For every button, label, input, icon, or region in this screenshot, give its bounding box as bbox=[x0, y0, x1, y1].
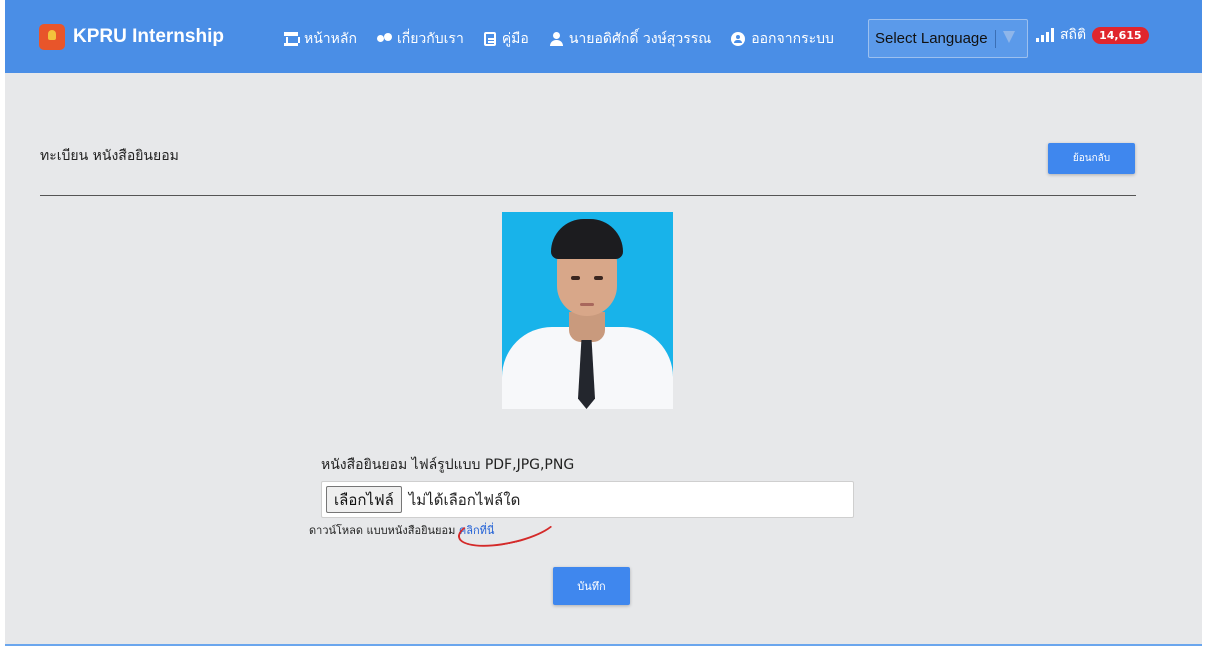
main-nav: หน้าหลัก เกี่ยวกับเรา คู่มือ นายอดิศักดิ… bbox=[284, 28, 834, 50]
save-button[interactable]: บันทึก bbox=[553, 567, 630, 605]
brand[interactable]: KPRU Internship bbox=[39, 24, 224, 50]
stats-count-badge: 14,615 bbox=[1092, 26, 1149, 44]
page-frame: KPRU Internship หน้าหลัก เกี่ยวกับเรา คู… bbox=[5, 0, 1202, 646]
kpru-logo-icon bbox=[39, 24, 65, 50]
nav-item-label: หน้าหลัก bbox=[304, 31, 357, 47]
stats-label: สถิติ bbox=[1060, 27, 1087, 43]
nav-item-profile[interactable]: นายอดิศักดิ์ วงษ์สุวรรณ bbox=[549, 28, 711, 50]
nav-item-about[interactable]: เกี่ยวกับเรา bbox=[376, 28, 464, 50]
user-icon bbox=[549, 32, 563, 46]
student-photo bbox=[502, 212, 673, 409]
download-text: ดาวน์โหลด แบบหนังสือยินยอม bbox=[309, 524, 456, 537]
chevron-down-icon bbox=[1003, 31, 1015, 43]
logout-icon bbox=[731, 32, 746, 46]
navbar: KPRU Internship หน้าหลัก เกี่ยวกับเรา คู… bbox=[5, 0, 1202, 73]
nav-item-logout[interactable]: ออกจากระบบ bbox=[731, 28, 834, 50]
language-select[interactable]: Select Language bbox=[868, 19, 1028, 58]
nav-item-stats[interactable]: สถิติ 14,615 bbox=[1036, 24, 1149, 46]
language-select-value: Select Language bbox=[875, 30, 988, 47]
divider bbox=[40, 195, 1136, 196]
nav-item-label: ออกจากระบบ bbox=[751, 31, 834, 47]
brand-name: KPRU Internship bbox=[73, 26, 224, 47]
nav-item-home[interactable]: หน้าหลัก bbox=[284, 28, 357, 50]
file-status: ไม่ได้เลือกไฟล์ใด bbox=[408, 490, 521, 509]
file-input[interactable]: เลือกไฟล์ ไม่ได้เลือกไฟล์ใด bbox=[321, 481, 854, 518]
upload-label: หนังสือยินยอม ไฟล์รูปแบบ PDF,JPG,PNG bbox=[321, 457, 575, 473]
signal-bars-icon bbox=[1036, 28, 1054, 42]
users-icon bbox=[376, 32, 392, 46]
nav-item-manual[interactable]: คู่มือ bbox=[483, 28, 529, 50]
nav-item-label: คู่มือ bbox=[501, 31, 529, 47]
nav-item-label: เกี่ยวกับเรา bbox=[396, 31, 464, 47]
document-icon bbox=[483, 32, 496, 46]
back-button[interactable]: ย้อนกลับ bbox=[1048, 143, 1135, 174]
choose-file-button[interactable]: เลือกไฟล์ bbox=[326, 486, 402, 513]
home-icon bbox=[284, 32, 300, 46]
page-title: ทะเบียน หนังสือยินยอม bbox=[40, 148, 179, 164]
language-select-separator bbox=[995, 30, 996, 48]
nav-item-label: นายอดิศักดิ์ วงษ์สุวรรณ bbox=[568, 31, 712, 47]
